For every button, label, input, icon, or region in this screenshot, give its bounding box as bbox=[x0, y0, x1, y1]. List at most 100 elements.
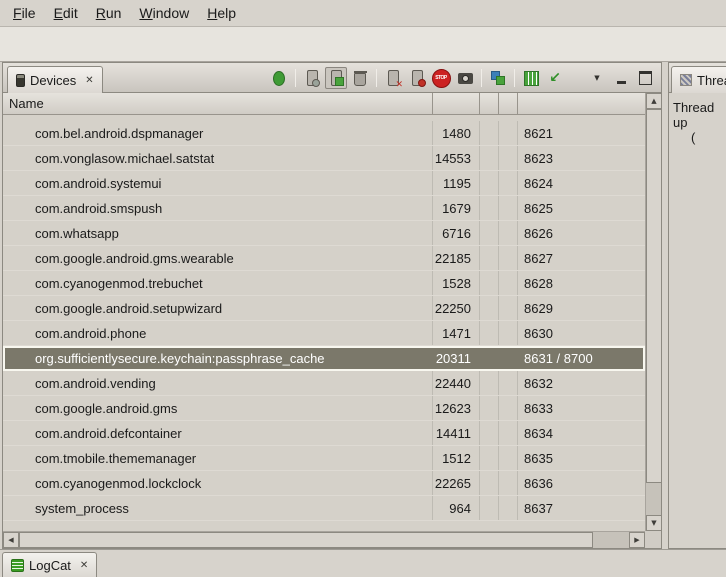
device-row[interactable]: com.vonglasow.michael.satstat145538623 bbox=[3, 146, 645, 171]
process-pid: 14411 bbox=[433, 421, 480, 445]
device-row[interactable]: com.google.android.setupwizard222508629 bbox=[3, 296, 645, 321]
close-icon[interactable]: ✕ bbox=[80, 560, 88, 571]
update-threads-icon[interactable] bbox=[382, 67, 404, 89]
column-header-col3[interactable] bbox=[480, 93, 499, 114]
device-row[interactable]: com.tmobile.thememanager15128635 bbox=[3, 446, 645, 471]
process-col4 bbox=[499, 196, 518, 220]
process-col4 bbox=[499, 396, 518, 420]
scroll-up-icon[interactable]: ▲ bbox=[646, 93, 662, 109]
system-info-icon[interactable] bbox=[520, 67, 542, 89]
vertical-scrollbar-thumb[interactable] bbox=[646, 109, 662, 483]
threads-icon bbox=[680, 74, 692, 86]
device-row[interactable]: com.google.android.gms.wearable221858627 bbox=[3, 246, 645, 271]
process-port: 8624 bbox=[518, 171, 645, 195]
scroll-left-icon[interactable]: ◀ bbox=[3, 532, 19, 548]
tab-devices[interactable]: Devices ✕ bbox=[7, 66, 103, 93]
device-row[interactable]: com.android.systemui11958624 bbox=[3, 171, 645, 196]
process-pid: 1195 bbox=[433, 171, 480, 195]
threads-panel-header: Threads bbox=[669, 63, 726, 93]
process-port: 8629 bbox=[518, 296, 645, 320]
process-port: 8627 bbox=[518, 246, 645, 270]
process-pid: 12623 bbox=[433, 396, 480, 420]
process-name: org.sufficientlysecure.keychain:passphra… bbox=[3, 346, 433, 371]
toolbar-separator bbox=[514, 69, 515, 87]
process-col4 bbox=[499, 146, 518, 170]
debug-icon[interactable] bbox=[268, 67, 290, 89]
menu-edit[interactable]: Edit bbox=[45, 1, 87, 25]
device-row[interactable]: com.cyanogenmod.lockclock222658636 bbox=[3, 471, 645, 496]
process-col4 bbox=[499, 446, 518, 470]
process-pid: 20311 bbox=[433, 346, 480, 371]
process-port: 8633 bbox=[518, 396, 645, 420]
device-icon bbox=[16, 74, 25, 87]
process-port: 8637 bbox=[518, 496, 645, 520]
column-header-name[interactable]: Name bbox=[3, 93, 433, 114]
table-column-header: Name bbox=[3, 93, 645, 115]
cause-gc-icon[interactable] bbox=[349, 67, 371, 89]
column-header-col4[interactable] bbox=[499, 93, 518, 114]
device-row[interactable]: com.bel.android.dspmanager14808621 bbox=[3, 121, 645, 146]
tab-threads[interactable]: Threads bbox=[671, 66, 726, 93]
device-row[interactable]: com.android.defcontainer14411 8634 bbox=[3, 421, 645, 446]
tab-logcat[interactable]: LogCat ✕ bbox=[2, 552, 97, 577]
process-name: com.google.android.setupwizard bbox=[3, 296, 433, 320]
process-col4 bbox=[499, 246, 518, 270]
process-col4 bbox=[499, 296, 518, 320]
process-col3 bbox=[480, 396, 499, 420]
main-toolbar bbox=[0, 27, 726, 62]
vertical-scrollbar[interactable]: ▲ ▼ bbox=[645, 93, 661, 531]
process-name: com.google.android.gms.wearable bbox=[3, 246, 433, 270]
process-name: com.cyanogenmod.trebuchet bbox=[3, 271, 433, 295]
process-pid: 14553 bbox=[433, 146, 480, 170]
process-name: com.tmobile.thememanager bbox=[3, 446, 433, 470]
column-header-port[interactable] bbox=[518, 93, 645, 114]
device-row[interactable]: system_process9648637 bbox=[3, 496, 645, 521]
update-heap-icon[interactable] bbox=[301, 67, 323, 89]
close-icon[interactable]: ✕ bbox=[85, 75, 93, 86]
menu-window[interactable]: Window bbox=[130, 1, 198, 25]
menu-run[interactable]: Run bbox=[87, 1, 131, 25]
process-port: 8631 / 8700 bbox=[518, 346, 645, 371]
process-col3 bbox=[480, 446, 499, 470]
device-row[interactable]: com.android.vending224408632 bbox=[3, 371, 645, 396]
device-row[interactable]: com.android.smspush16798625 bbox=[3, 196, 645, 221]
device-row[interactable]: com.whatsapp67168626 bbox=[3, 221, 645, 246]
horizontal-scrollbar-thumb[interactable] bbox=[19, 532, 593, 548]
view-hierarchy-icon[interactable] bbox=[487, 67, 509, 89]
menu-help[interactable]: Help bbox=[198, 1, 245, 25]
process-col3 bbox=[480, 271, 499, 295]
process-col4 bbox=[499, 121, 518, 145]
process-pid: 1528 bbox=[433, 271, 480, 295]
process-name: com.android.smspush bbox=[3, 196, 433, 220]
process-name: com.android.defcontainer bbox=[3, 421, 433, 445]
device-row[interactable]: org.sufficientlysecure.keychain:passphra… bbox=[3, 346, 645, 371]
process-pid: 22265 bbox=[433, 471, 480, 495]
process-pid: 1471 bbox=[433, 321, 480, 345]
maximize-icon[interactable] bbox=[634, 67, 656, 89]
scroll-down-icon[interactable]: ▼ bbox=[646, 515, 662, 531]
stop-process-icon[interactable] bbox=[430, 67, 452, 89]
device-row[interactable]: com.cyanogenmod.trebuchet15288628 bbox=[3, 271, 645, 296]
trace-icon[interactable] bbox=[544, 67, 566, 89]
view-menu-icon[interactable] bbox=[586, 67, 608, 89]
process-col3 bbox=[480, 171, 499, 195]
device-row[interactable]: com.google.android.gms126238633 bbox=[3, 396, 645, 421]
menu-file[interactable]: File bbox=[4, 1, 45, 25]
scroll-right-icon[interactable]: ▶ bbox=[629, 532, 645, 548]
dump-hprof-icon[interactable] bbox=[325, 67, 347, 89]
column-header-pid[interactable] bbox=[433, 93, 480, 114]
process-col3 bbox=[480, 321, 499, 345]
screen-capture-icon[interactable] bbox=[454, 67, 476, 89]
process-col3 bbox=[480, 346, 499, 371]
process-port: 8634 bbox=[518, 421, 645, 445]
minimize-icon[interactable] bbox=[610, 67, 632, 89]
method-profiling-icon[interactable] bbox=[406, 67, 428, 89]
device-row[interactable]: com.android.phone14718630 bbox=[3, 321, 645, 346]
process-port: 8630 bbox=[518, 321, 645, 345]
threads-message-line2: ( bbox=[673, 130, 722, 145]
process-col3 bbox=[480, 496, 499, 520]
devices-toolbar bbox=[267, 65, 657, 91]
scrollbar-corner bbox=[645, 531, 661, 548]
process-name: com.android.vending bbox=[3, 371, 433, 395]
horizontal-scrollbar[interactable]: ◀ ▶ bbox=[3, 531, 645, 548]
